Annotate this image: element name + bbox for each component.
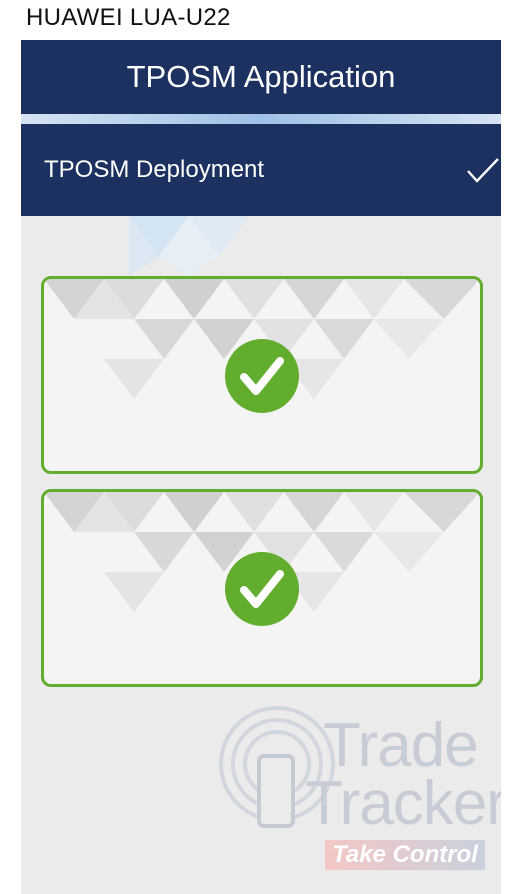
- check-circle-icon: [225, 552, 299, 626]
- deployment-card-1[interactable]: [41, 276, 483, 474]
- deployment-card-2[interactable]: [41, 489, 483, 687]
- section-header: TPOSM Deployment: [21, 124, 501, 216]
- confirm-button[interactable]: [465, 152, 501, 188]
- logo-text-tracker: Tracker: [305, 769, 501, 838]
- app-title-bar: TPOSM Application: [21, 40, 501, 114]
- section-title: TPOSM Deployment: [44, 156, 265, 183]
- device-label: HUAWEI LUA-U22: [26, 4, 231, 31]
- header-divider: [21, 114, 501, 124]
- app-title: TPOSM Application: [126, 59, 396, 94]
- background-decoration: [129, 216, 249, 276]
- app-screen: TPOSM Application TPOSM Deployment Trade…: [21, 40, 501, 894]
- checkmark-icon: [467, 158, 499, 183]
- logo-tagline: Take Control: [325, 840, 485, 870]
- trade-tracker-logo: Trade Tracker Take Control: [217, 704, 501, 874]
- check-circle-icon: [225, 339, 299, 413]
